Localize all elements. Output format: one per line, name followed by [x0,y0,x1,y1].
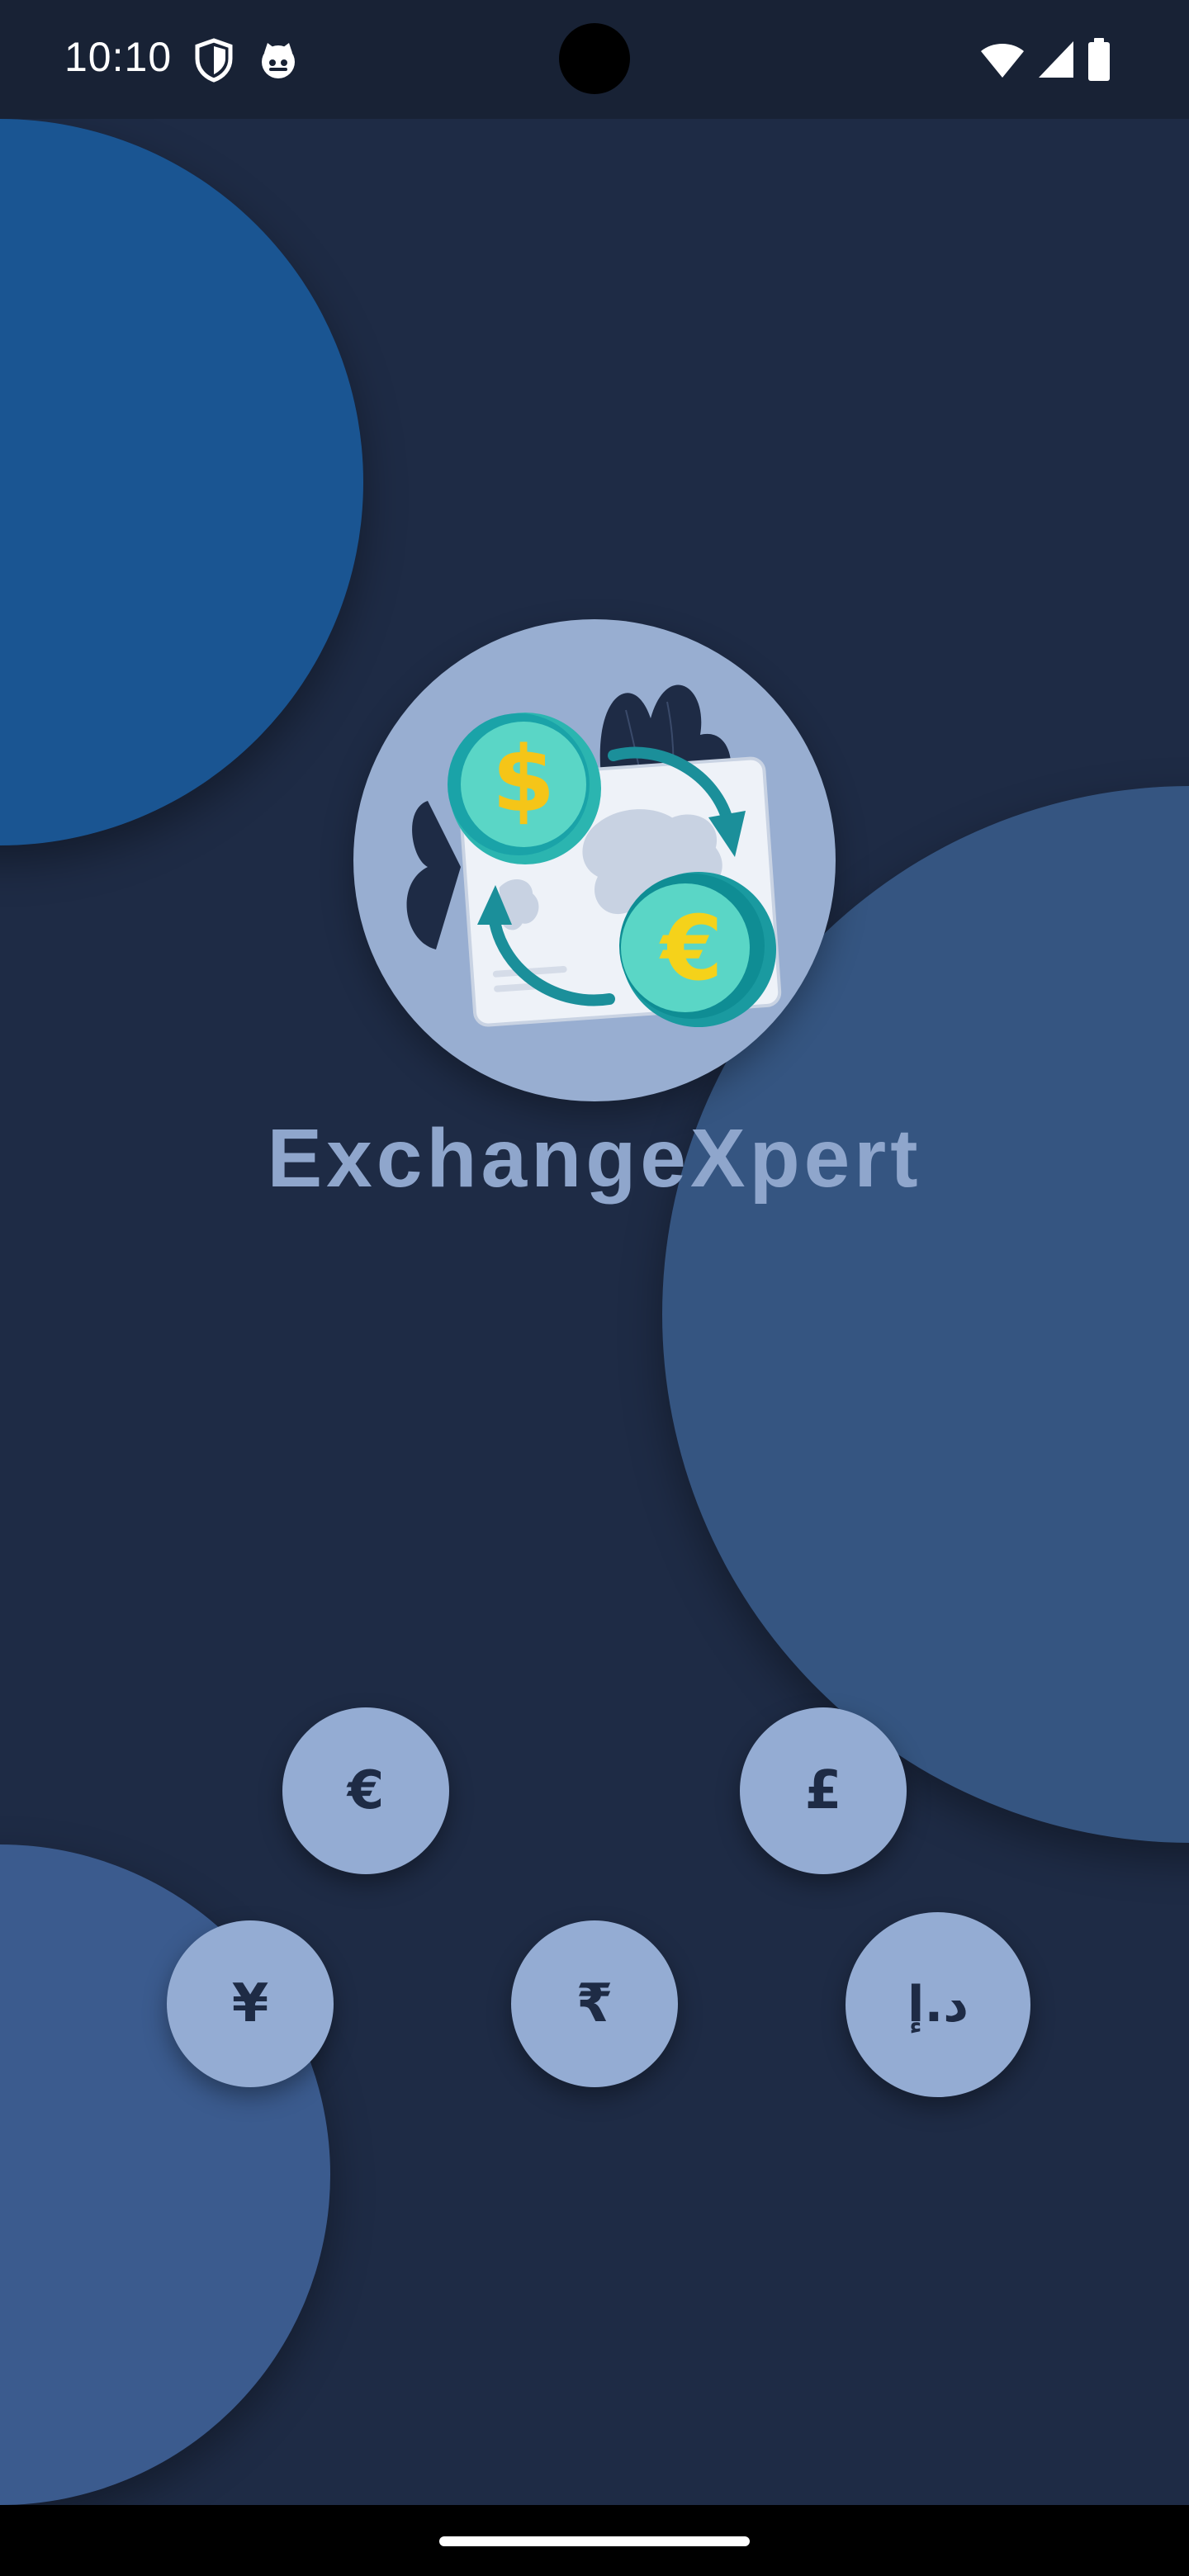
app-logo: $ € [353,619,836,1101]
status-bar: 10:10 [0,0,1189,119]
splash-screen: 10:10 $ € ExchangeXpert € £ ¥ ₹ د.إ [0,0,1189,2576]
pound-button[interactable]: £ [740,1707,907,1874]
shield-icon [195,38,233,83]
yen-button[interactable]: ¥ [167,1920,334,2087]
status-time: 10:10 [64,34,173,80]
dirham-button[interactable]: د.إ [846,1912,1030,2097]
wifi-icon [981,44,1024,78]
euro-coin-symbol: € [658,897,722,1001]
cell-signal-icon [1039,41,1073,78]
cat-icon [262,43,295,78]
home-indicator[interactable] [439,2536,750,2546]
app-title: ExchangeXpert [267,1112,922,1205]
dollar-coin-symbol: $ [492,727,556,832]
pound-icon: £ [804,1760,842,1821]
dirham-icon: د.إ [907,1976,969,2034]
euro-button[interactable]: € [282,1707,449,1874]
yen-icon: ¥ [231,1973,269,2034]
decorative-circle-top-left [0,119,363,845]
rupee-button[interactable]: ₹ [511,1920,678,2087]
rupee-icon: ₹ [576,1973,613,2034]
camera-cutout [559,23,630,94]
battery-icon [1088,38,1110,81]
euro-icon: € [347,1760,385,1821]
currency-exchange-icon: $ € [406,684,782,1027]
